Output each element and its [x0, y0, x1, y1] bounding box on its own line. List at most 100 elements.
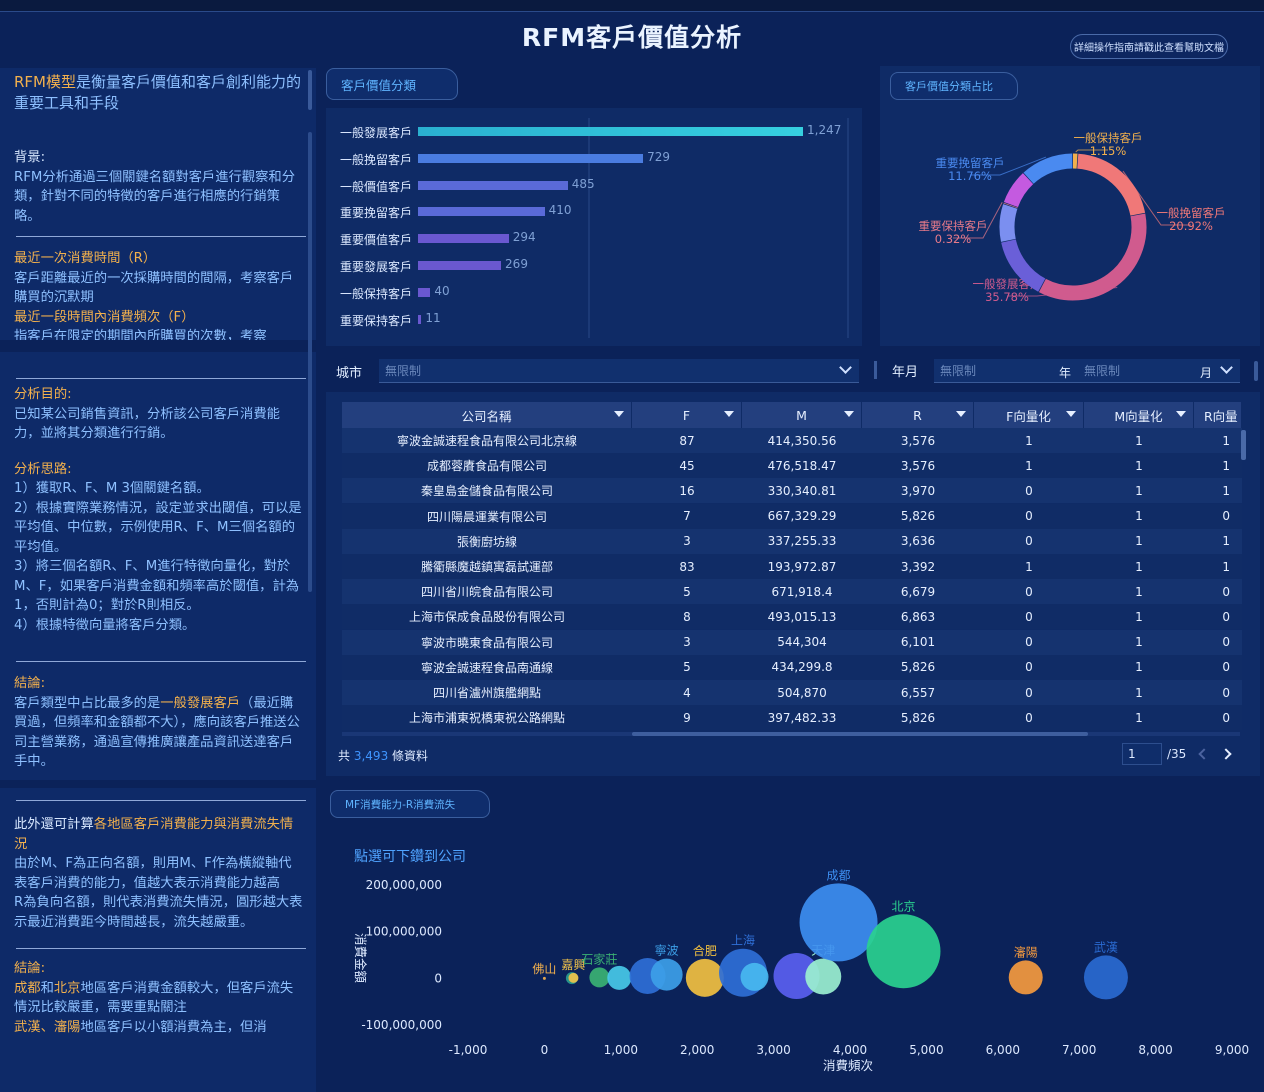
sort-caret-icon[interactable] — [724, 411, 734, 417]
bar-fill[interactable] — [418, 153, 644, 163]
table-cell: 1 — [1222, 559, 1230, 574]
table-cell: 四川陽晨運業有限公司 — [426, 509, 547, 524]
table-hscroll[interactable] — [632, 732, 1088, 736]
bubble-point[interactable] — [650, 958, 683, 991]
table-row[interactable]: 四川省川皖食品有限公司 5 671,918.4 6,679 0 1 0 — [342, 579, 1242, 605]
tab-value-category[interactable]: 客戶價值分類 — [326, 68, 458, 100]
bar-fill[interactable] — [418, 207, 545, 217]
page-number-input[interactable]: 1 — [1122, 743, 1162, 765]
donut-percent: 20.92% — [1169, 219, 1213, 233]
table-header-cell[interactable]: R向量 — [1194, 402, 1242, 428]
table-row[interactable]: 騰衢縣魔越鎮寓磊試運部 83 193,972.87 3,392 1 1 1 — [342, 554, 1242, 579]
bubble-point[interactable] — [1083, 955, 1128, 1000]
bar-fill[interactable] — [418, 180, 568, 190]
table-header-cell[interactable]: M — [742, 402, 862, 428]
bubble-point[interactable] — [866, 914, 941, 989]
sort-caret-icon[interactable] — [1066, 411, 1076, 417]
table-cell: 四川省川皖食品有限公司 — [420, 585, 553, 600]
bar-fill[interactable] — [418, 234, 509, 244]
approach-step-4: 4）根據特徵向量將客戶分類。 — [14, 617, 196, 633]
table-header-cell[interactable]: F向量化 — [974, 402, 1084, 428]
table-cell: 1 — [1135, 609, 1143, 624]
analysis-scrollbar[interactable] — [308, 132, 312, 592]
bubble-label: 瀋陽 — [1014, 944, 1038, 959]
x-tick-label: 1,000 — [604, 1043, 638, 1057]
table-cell: 6,101 — [900, 635, 936, 650]
divider — [16, 661, 306, 662]
table-vscroll[interactable] — [1241, 430, 1246, 460]
table-row[interactable]: 四川陽晨運業有限公司 7 667,329.29 5,826 0 1 0 — [342, 503, 1242, 529]
bar-fill[interactable] — [418, 261, 502, 270]
donut-label: 重要挽留客戶 — [936, 156, 1005, 170]
city-select[interactable]: 無限制 — [379, 359, 859, 383]
bar-chart: 一般發展客戶 1,247 一般挽留客戶 729 一般價值客戶 485 重要挽留客戶 410 重要… — [326, 108, 862, 346]
table-cell: 493,015.13 — [767, 609, 837, 624]
bar-label: 重要保持客戶 — [340, 313, 413, 328]
total-count: 3,493 — [353, 749, 389, 763]
bar-fill[interactable] — [418, 127, 803, 136]
bubble-point[interactable] — [740, 962, 769, 991]
table-row[interactable]: 寧波市曉東食品有限公司 3 544,304 6,101 0 1 0 — [342, 629, 1242, 655]
bubble-point[interactable] — [589, 967, 610, 988]
donut-slice[interactable] — [1076, 153, 1146, 216]
sort-caret-icon[interactable] — [956, 411, 966, 417]
bubble-chart: 200,000,000 100,000,000 0 -100,000,000 -1,00… — [353, 868, 1249, 1073]
table-row[interactable]: 上海市浦東祝橋東祝公路網點 9 397,482.33 5,826 0 1 0 — [342, 705, 1242, 731]
bar-label: 一般發展客戶 — [340, 126, 413, 140]
table-row[interactable]: 四川省瀘州旗艦網點 4 504,870 6,557 0 1 0 — [342, 680, 1242, 705]
bubble-point[interactable] — [542, 976, 546, 980]
page-total: /35 — [1167, 747, 1187, 761]
table-cell: 0 — [1025, 509, 1033, 524]
filter-scrollbar[interactable] — [1254, 361, 1258, 381]
donut-slice[interactable] — [1023, 153, 1073, 184]
table-row[interactable]: 張衡廚坊線 3 337,255.33 3,636 0 1 1 — [342, 528, 1242, 554]
bar-fill[interactable] — [418, 314, 422, 324]
bubble-point[interactable] — [799, 883, 878, 962]
help-doc-button[interactable]: 詳細操作指南請戳此查看幫助文檔 — [1070, 34, 1228, 59]
table-cell: 0 — [1025, 635, 1033, 650]
intro-scrollbar[interactable] — [308, 70, 312, 110]
sort-caret-icon[interactable] — [844, 411, 854, 417]
month-select[interactable]: 無限制 月 — [1078, 359, 1240, 383]
intro-accent: RFM模型 — [14, 73, 76, 91]
table-cell: 秦皇島金儲食品有限公司 — [420, 484, 553, 499]
bubble-point[interactable] — [805, 958, 842, 995]
year-month-filter-label: 年月 — [892, 365, 919, 380]
month-select-value: 無限制 — [1084, 364, 1121, 378]
donut-slice[interactable] — [999, 204, 1018, 242]
bubble-point[interactable] — [568, 972, 579, 983]
bubble-point[interactable] — [1008, 960, 1043, 995]
table-row[interactable]: 寧波金誠速程食品有限公司北京線 87 414,350.56 3,576 1 1 1 — [342, 428, 1242, 453]
bar-fill[interactable] — [418, 287, 431, 297]
table-header-cell[interactable]: F — [632, 402, 742, 428]
table-cell: 6,679 — [900, 584, 936, 599]
bar-value: 269 — [505, 257, 528, 271]
bubble-point[interactable] — [607, 965, 632, 990]
table-row[interactable]: 寧波金誠速程食品南通線 5 434,299.8 5,826 0 1 0 — [342, 654, 1242, 680]
sort-caret-icon[interactable] — [1176, 411, 1186, 417]
table-header-label: M — [796, 407, 807, 423]
table-header-cell[interactable]: R — [862, 402, 974, 428]
table-cell: 0 — [1025, 685, 1033, 700]
table-header-cell[interactable]: 公司名稱 — [342, 402, 632, 428]
divider — [16, 378, 306, 379]
bar-label: 重要價值客戶 — [340, 233, 413, 248]
table-header-cell[interactable]: M向量化 — [1084, 402, 1194, 428]
table-cell: 9 — [683, 710, 691, 725]
table-row[interactable]: 秦皇島金儲食品有限公司 16 330,340.81 3,970 0 1 1 — [342, 478, 1242, 504]
regional-section: 此外還可計算各地區客戶消費能力與消費流失情況 由於M、F為正向名額，則用M、F作… — [0, 788, 316, 1092]
x-tick-label: 2,000 — [680, 1043, 714, 1057]
table-row[interactable]: 上海市保成食品股份有限公司 8 493,015.13 6,863 0 1 0 — [342, 604, 1242, 630]
bubble-point[interactable] — [685, 958, 724, 997]
conclusion-accent: 一般發展客戶 — [160, 695, 241, 711]
donut-slice[interactable] — [1038, 213, 1147, 301]
bar-label: 重要挽留客戶 — [340, 206, 413, 221]
x-tick-label: 7,000 — [1062, 1043, 1096, 1057]
table-row[interactable]: 成都蓉賡食品有限公司 45 476,518.47 3,576 1 1 1 — [342, 453, 1242, 479]
top-bar — [0, 0, 1264, 12]
sort-caret-icon[interactable] — [614, 411, 624, 417]
table-cell: 397,482.33 — [767, 710, 837, 725]
table-cell: 671,918.4 — [771, 584, 833, 599]
table-header-label: F — [682, 407, 691, 423]
donut-slice[interactable] — [1003, 173, 1034, 208]
